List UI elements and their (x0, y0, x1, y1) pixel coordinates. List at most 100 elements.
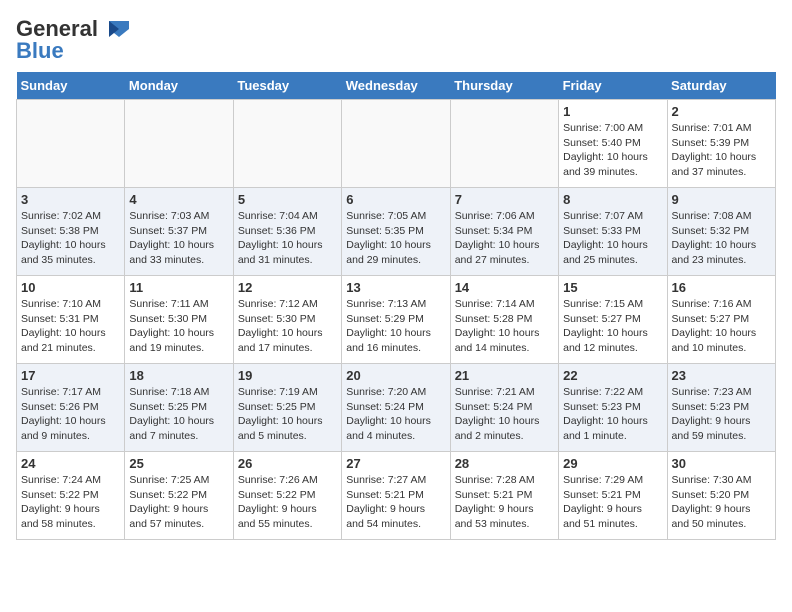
day-number: 26 (238, 456, 337, 471)
calendar-day-25: 25Sunrise: 7:25 AMSunset: 5:22 PMDayligh… (125, 452, 233, 540)
calendar-day-1: 1 Sunrise: 7:00 AMSunset: 5:40 PMDaylight… (559, 100, 667, 188)
day-number: 6 (346, 192, 445, 207)
calendar-header-row: SundayMondayTuesdayWednesdayThursdayFrid… (17, 72, 776, 100)
day-info: Sunrise: 7:29 AMSunset: 5:21 PMDaylight:… (563, 473, 662, 532)
day-header-sunday: Sunday (17, 72, 125, 100)
calendar-table: SundayMondayTuesdayWednesdayThursdayFrid… (16, 72, 776, 540)
day-info: Sunrise: 7:30 AMSunset: 5:20 PMDaylight:… (672, 473, 771, 532)
day-header-wednesday: Wednesday (342, 72, 450, 100)
calendar-day-9: 9 Sunrise: 7:08 AMSunset: 5:32 PMDaylight… (667, 188, 775, 276)
day-info: Sunrise: 7:17 AMSunset: 5:26 PMDaylight:… (21, 385, 120, 444)
day-info: Sunrise: 7:28 AMSunset: 5:21 PMDaylight:… (455, 473, 554, 532)
day-number: 15 (563, 280, 662, 295)
calendar-week-row: 10 Sunrise: 7:10 AMSunset: 5:31 PMDayligh… (17, 276, 776, 364)
day-info: Sunrise: 7:08 AMSunset: 5:32 PMDaylight:… (672, 209, 771, 268)
calendar-week-row: 17 Sunrise: 7:17 AMSunset: 5:26 PMDayligh… (17, 364, 776, 452)
day-info: Sunrise: 7:27 AMSunset: 5:21 PMDaylight:… (346, 473, 445, 532)
day-info: Sunrise: 7:21 AMSunset: 5:24 PMDaylight:… (455, 385, 554, 444)
day-info: Sunrise: 7:06 AMSunset: 5:34 PMDaylight:… (455, 209, 554, 268)
day-info: Sunrise: 7:07 AMSunset: 5:33 PMDaylight:… (563, 209, 662, 268)
day-header-saturday: Saturday (667, 72, 775, 100)
day-number: 20 (346, 368, 445, 383)
day-info: Sunrise: 7:19 AMSunset: 5:25 PMDaylight:… (238, 385, 337, 444)
day-info: Sunrise: 7:15 AMSunset: 5:27 PMDaylight:… (563, 297, 662, 356)
calendar-day-21: 21 Sunrise: 7:21 AMSunset: 5:24 PMDayligh… (450, 364, 558, 452)
day-header-thursday: Thursday (450, 72, 558, 100)
day-number: 16 (672, 280, 771, 295)
day-number: 17 (21, 368, 120, 383)
day-number: 11 (129, 280, 228, 295)
day-number: 9 (672, 192, 771, 207)
calendar-day-10: 10 Sunrise: 7:10 AMSunset: 5:31 PMDayligh… (17, 276, 125, 364)
day-info: Sunrise: 7:04 AMSunset: 5:36 PMDaylight:… (238, 209, 337, 268)
calendar-day-11: 11Sunrise: 7:11 AMSunset: 5:30 PMDayligh… (125, 276, 233, 364)
day-info: Sunrise: 7:05 AMSunset: 5:35 PMDaylight:… (346, 209, 445, 268)
calendar-day-3: 3 Sunrise: 7:02 AMSunset: 5:38 PMDaylight… (17, 188, 125, 276)
day-number: 24 (21, 456, 120, 471)
calendar-day-22: 22 Sunrise: 7:22 AMSunset: 5:23 PMDayligh… (559, 364, 667, 452)
day-info: Sunrise: 7:14 AMSunset: 5:28 PMDaylight:… (455, 297, 554, 356)
day-info: Sunrise: 7:23 AMSunset: 5:23 PMDaylight:… (672, 385, 771, 444)
calendar-day-23: 23 Sunrise: 7:23 AMSunset: 5:23 PMDayligh… (667, 364, 775, 452)
calendar-day-empty (17, 100, 125, 188)
calendar-day-30: 30 Sunrise: 7:30 AMSunset: 5:20 PMDayligh… (667, 452, 775, 540)
day-number: 22 (563, 368, 662, 383)
day-info: Sunrise: 7:12 AMSunset: 5:30 PMDaylight:… (238, 297, 337, 356)
calendar-day-18: 18 Sunrise: 7:18 AMSunset: 5:25 PMDayligh… (125, 364, 233, 452)
day-number: 13 (346, 280, 445, 295)
calendar-day-14: 14Sunrise: 7:14 AMSunset: 5:28 PMDayligh… (450, 276, 558, 364)
day-number: 18 (129, 368, 228, 383)
day-info: Sunrise: 7:13 AMSunset: 5:29 PMDaylight:… (346, 297, 445, 356)
day-header-tuesday: Tuesday (233, 72, 341, 100)
day-info: Sunrise: 7:00 AMSunset: 5:40 PMDaylight:… (563, 121, 662, 180)
calendar-day-26: 26 Sunrise: 7:26 AMSunset: 5:22 PMDayligh… (233, 452, 341, 540)
day-number: 25 (129, 456, 228, 471)
day-number: 1 (563, 104, 662, 119)
day-number: 7 (455, 192, 554, 207)
calendar-day-4: 4Sunrise: 7:03 AMSunset: 5:37 PMDaylight… (125, 188, 233, 276)
day-info: Sunrise: 7:18 AMSunset: 5:25 PMDaylight:… (129, 385, 228, 444)
day-number: 19 (238, 368, 337, 383)
calendar-day-empty (125, 100, 233, 188)
calendar-day-empty (233, 100, 341, 188)
calendar-day-13: 13 Sunrise: 7:13 AMSunset: 5:29 PMDayligh… (342, 276, 450, 364)
day-number: 10 (21, 280, 120, 295)
calendar-week-row: 24Sunrise: 7:24 AMSunset: 5:22 PMDayligh… (17, 452, 776, 540)
calendar-day-27: 27 Sunrise: 7:27 AMSunset: 5:21 PMDayligh… (342, 452, 450, 540)
calendar-week-row: 3 Sunrise: 7:02 AMSunset: 5:38 PMDaylight… (17, 188, 776, 276)
day-info: Sunrise: 7:10 AMSunset: 5:31 PMDaylight:… (21, 297, 120, 356)
day-info: Sunrise: 7:16 AMSunset: 5:27 PMDaylight:… (672, 297, 771, 356)
day-info: Sunrise: 7:01 AMSunset: 5:39 PMDaylight:… (672, 121, 771, 180)
day-number: 30 (672, 456, 771, 471)
calendar-day-5: 5 Sunrise: 7:04 AMSunset: 5:36 PMDaylight… (233, 188, 341, 276)
calendar-day-17: 17 Sunrise: 7:17 AMSunset: 5:26 PMDayligh… (17, 364, 125, 452)
logo-blue: Blue (16, 38, 64, 64)
day-number: 5 (238, 192, 337, 207)
calendar-day-28: 28Sunrise: 7:28 AMSunset: 5:21 PMDayligh… (450, 452, 558, 540)
day-header-friday: Friday (559, 72, 667, 100)
day-number: 3 (21, 192, 120, 207)
calendar-day-7: 7 Sunrise: 7:06 AMSunset: 5:34 PMDaylight… (450, 188, 558, 276)
day-info: Sunrise: 7:20 AMSunset: 5:24 PMDaylight:… (346, 385, 445, 444)
day-number: 27 (346, 456, 445, 471)
calendar-day-19: 19 Sunrise: 7:19 AMSunset: 5:25 PMDayligh… (233, 364, 341, 452)
day-info: Sunrise: 7:02 AMSunset: 5:38 PMDaylight:… (21, 209, 120, 268)
day-number: 29 (563, 456, 662, 471)
page-header: General Blue (16, 16, 776, 64)
day-info: Sunrise: 7:26 AMSunset: 5:22 PMDaylight:… (238, 473, 337, 532)
calendar-day-2: 2Sunrise: 7:01 AMSunset: 5:39 PMDaylight… (667, 100, 775, 188)
calendar-day-empty (450, 100, 558, 188)
day-info: Sunrise: 7:22 AMSunset: 5:23 PMDaylight:… (563, 385, 662, 444)
logo: General Blue (16, 16, 134, 64)
calendar-day-6: 6 Sunrise: 7:05 AMSunset: 5:35 PMDaylight… (342, 188, 450, 276)
day-number: 21 (455, 368, 554, 383)
calendar-day-empty (342, 100, 450, 188)
logo-icon (99, 19, 133, 39)
calendar-day-8: 8 Sunrise: 7:07 AMSunset: 5:33 PMDaylight… (559, 188, 667, 276)
day-number: 8 (563, 192, 662, 207)
day-number: 23 (672, 368, 771, 383)
day-info: Sunrise: 7:03 AMSunset: 5:37 PMDaylight:… (129, 209, 228, 268)
calendar-day-15: 15 Sunrise: 7:15 AMSunset: 5:27 PMDayligh… (559, 276, 667, 364)
calendar-day-12: 12Sunrise: 7:12 AMSunset: 5:30 PMDayligh… (233, 276, 341, 364)
calendar-day-24: 24Sunrise: 7:24 AMSunset: 5:22 PMDayligh… (17, 452, 125, 540)
